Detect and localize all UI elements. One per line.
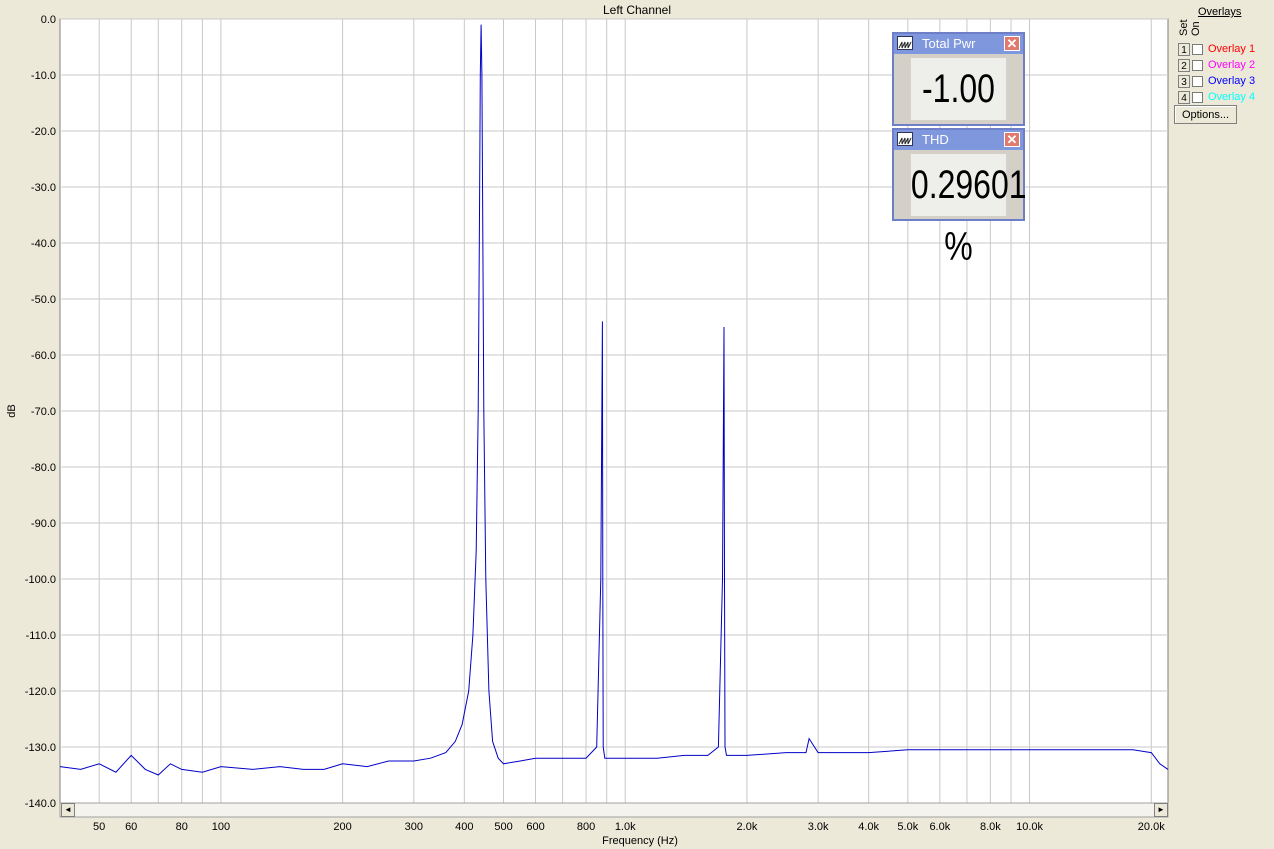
x-tick-label: 6.0k bbox=[929, 821, 950, 833]
overlay-label: Overlay 1 bbox=[1208, 43, 1256, 55]
set-column-label: Set bbox=[1178, 19, 1190, 36]
waveform-icon bbox=[897, 36, 913, 50]
x-tick-label: 500 bbox=[494, 821, 512, 833]
scroll-right-button[interactable]: ► bbox=[1154, 803, 1168, 817]
y-tick-label: -40.0 bbox=[31, 238, 56, 250]
y-tick-label: -120.0 bbox=[25, 686, 56, 698]
total-power-titlebar[interactable]: Total Pwr ✕ bbox=[894, 34, 1023, 54]
waveform-icon bbox=[897, 132, 913, 146]
x-tick-label: 100 bbox=[212, 821, 230, 833]
y-tick-label: -80.0 bbox=[31, 462, 56, 474]
y-tick-label: -110.0 bbox=[26, 630, 56, 642]
overlay-label: Overlay 4 bbox=[1208, 91, 1256, 103]
overlay-label: Overlay 3 bbox=[1208, 75, 1256, 87]
x-tick-label: 20.0k bbox=[1138, 821, 1165, 833]
thd-meter[interactable]: THD ✕ 0.29601 % bbox=[892, 128, 1027, 269]
total-power-value: -1.00 dB bbox=[910, 58, 1007, 173]
y-tick-label: -20.0 bbox=[31, 126, 56, 138]
overlay-on-checkbox[interactable] bbox=[1192, 43, 1203, 55]
y-tick-label: -30.0 bbox=[31, 182, 56, 194]
overlay-set-button[interactable]: 4 bbox=[1178, 90, 1190, 104]
total-power-title: Total Pwr bbox=[922, 36, 976, 51]
x-tick-label: 1.0k bbox=[615, 821, 636, 833]
overlay-set-button[interactable]: 2 bbox=[1178, 58, 1190, 72]
x-tick-label: 800 bbox=[577, 821, 595, 833]
scroll-left-button[interactable]: ◄ bbox=[61, 803, 75, 817]
overlay-label: Overlay 2 bbox=[1208, 59, 1256, 71]
x-tick-label: 5.0k bbox=[897, 821, 918, 833]
x-tick-label: 600 bbox=[526, 821, 544, 833]
y-tick-label: -100.0 bbox=[25, 574, 56, 586]
x-tick-label: 50 bbox=[93, 821, 105, 833]
horizontal-scrollbar bbox=[59, 802, 1169, 818]
overlay-row-4: 4 Overlay 4 bbox=[1178, 89, 1255, 105]
thd-title: THD bbox=[922, 132, 949, 147]
y-axis-label: dB bbox=[6, 404, 18, 418]
total-power-meter[interactable]: Total Pwr ✕ -1.00 dB bbox=[892, 32, 1025, 173]
overlay-on-checkbox[interactable] bbox=[1192, 91, 1203, 103]
y-tick-label: 0.0 bbox=[41, 14, 56, 26]
x-tick-label: 8.0k bbox=[980, 821, 1001, 833]
x-tick-label: 300 bbox=[405, 821, 423, 833]
overlay-row-3: 3 Overlay 3 bbox=[1178, 73, 1255, 89]
y-tick-label: -90.0 bbox=[31, 518, 56, 530]
overlay-set-button[interactable]: 3 bbox=[1178, 74, 1190, 88]
y-tick-label: -60.0 bbox=[31, 350, 56, 362]
x-tick-label: 60 bbox=[125, 821, 137, 833]
options-button[interactable]: Options... bbox=[1174, 105, 1237, 124]
x-tick-label: 10.0k bbox=[1016, 821, 1043, 833]
x-tick-label: 80 bbox=[176, 821, 188, 833]
overlay-row-1: 1 Overlay 1 bbox=[1178, 41, 1255, 57]
overlay-on-checkbox[interactable] bbox=[1192, 59, 1203, 71]
x-tick-label: 4.0k bbox=[858, 821, 879, 833]
thd-value: 0.29601 % bbox=[910, 154, 1027, 269]
thd-titlebar[interactable]: THD ✕ bbox=[894, 130, 1023, 150]
close-icon[interactable]: ✕ bbox=[1004, 132, 1020, 147]
overlays-heading: Overlays bbox=[1198, 6, 1242, 18]
x-tick-label: 400 bbox=[455, 821, 473, 833]
y-tick-label: -140.0 bbox=[25, 798, 56, 810]
overlay-row-2: 2 Overlay 2 bbox=[1178, 57, 1255, 73]
x-tick-label: 3.0k bbox=[808, 821, 829, 833]
overlay-set-button[interactable]: 1 bbox=[1178, 42, 1190, 56]
x-tick-label: 200 bbox=[333, 821, 351, 833]
spectrum-plot: 0.0 -10.0 -20.0 -30.0 -40.0 -50.0 -60.0 -70.0 -8… bbox=[25, 14, 1169, 833]
y-tick-label: -130.0 bbox=[25, 742, 56, 754]
overlay-on-checkbox[interactable] bbox=[1192, 75, 1203, 87]
x-tick-label: 2.0k bbox=[737, 821, 758, 833]
y-tick-label: -50.0 bbox=[31, 294, 56, 306]
close-icon[interactable]: ✕ bbox=[1004, 36, 1020, 51]
y-tick-label: -70.0 bbox=[31, 406, 56, 418]
on-column-label: On bbox=[1190, 21, 1202, 36]
x-axis-label: Frequency (Hz) bbox=[602, 835, 678, 847]
y-tick-label: -10.0 bbox=[31, 70, 56, 82]
